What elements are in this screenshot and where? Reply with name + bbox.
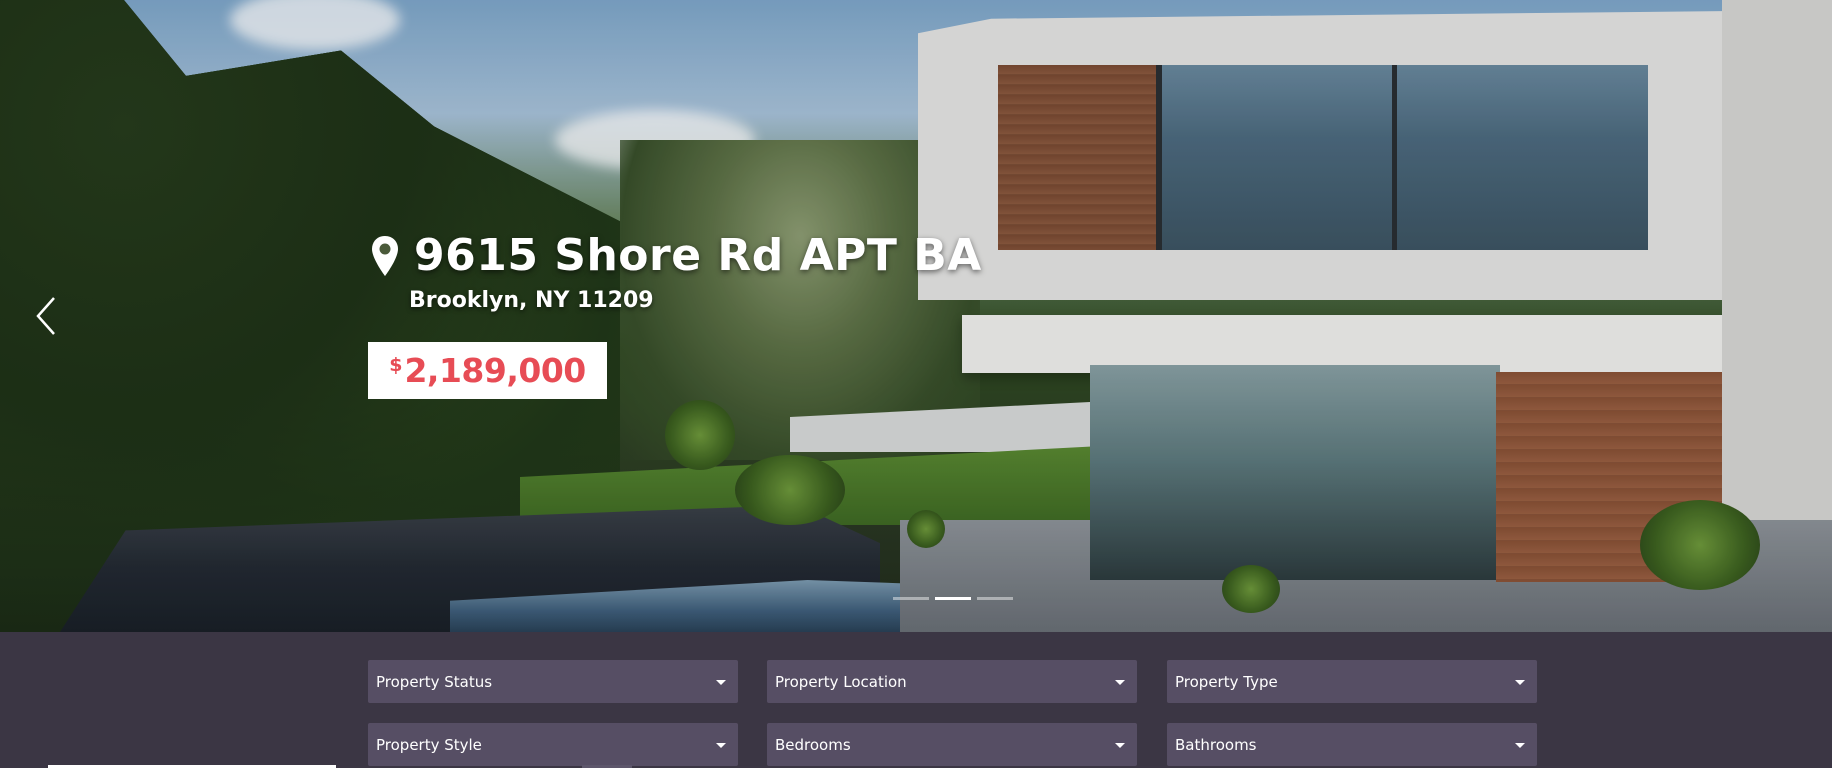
chevron-left-icon: [36, 297, 55, 335]
price-badge: $ 2,189,000: [368, 342, 607, 399]
select-label: Property Status: [376, 672, 493, 691]
select-label: Property Location: [775, 672, 907, 691]
property-location-select[interactable]: Property Location: [767, 660, 1137, 703]
price-amount: 2,189,000: [404, 351, 586, 390]
caret-down-icon: [1515, 679, 1525, 685]
select-label: Bedrooms: [775, 735, 851, 754]
slide-indicator-active[interactable]: [935, 597, 971, 600]
property-type-select[interactable]: Property Type: [1167, 660, 1537, 703]
slide-indicator[interactable]: [893, 597, 929, 600]
listing-address: 9615 Shore Rd APT BA: [370, 230, 982, 281]
caret-down-icon: [716, 679, 726, 685]
caret-down-icon: [1515, 742, 1525, 748]
caret-down-icon: [716, 742, 726, 748]
property-status-select[interactable]: Property Status: [368, 660, 738, 703]
listing-city: Brooklyn, NY 11209: [409, 288, 654, 313]
caret-down-icon: [1115, 742, 1125, 748]
select-label: Property Style: [376, 735, 482, 754]
bathrooms-select[interactable]: Bathrooms: [1167, 723, 1537, 766]
select-label: Bathrooms: [1175, 735, 1257, 754]
map-pin-icon: [372, 235, 398, 276]
bedrooms-select[interactable]: Bedrooms: [767, 723, 1137, 766]
hero-slider: 9615 Shore Rd APT BA Brooklyn, NY 11209 …: [0, 0, 1832, 632]
property-style-select[interactable]: Property Style: [368, 723, 738, 766]
caret-down-icon: [1115, 679, 1125, 685]
hero-overlay: [0, 0, 1832, 632]
property-search-panel: Property Status Property Location Proper…: [0, 632, 1832, 768]
price-currency: $: [389, 354, 403, 376]
slider-indicators: [893, 597, 1013, 600]
address-text: 9615 Shore Rd APT BA: [414, 230, 982, 281]
slide-indicator[interactable]: [977, 597, 1013, 600]
select-label: Property Type: [1175, 672, 1278, 691]
slider-prev-button[interactable]: [34, 294, 58, 338]
